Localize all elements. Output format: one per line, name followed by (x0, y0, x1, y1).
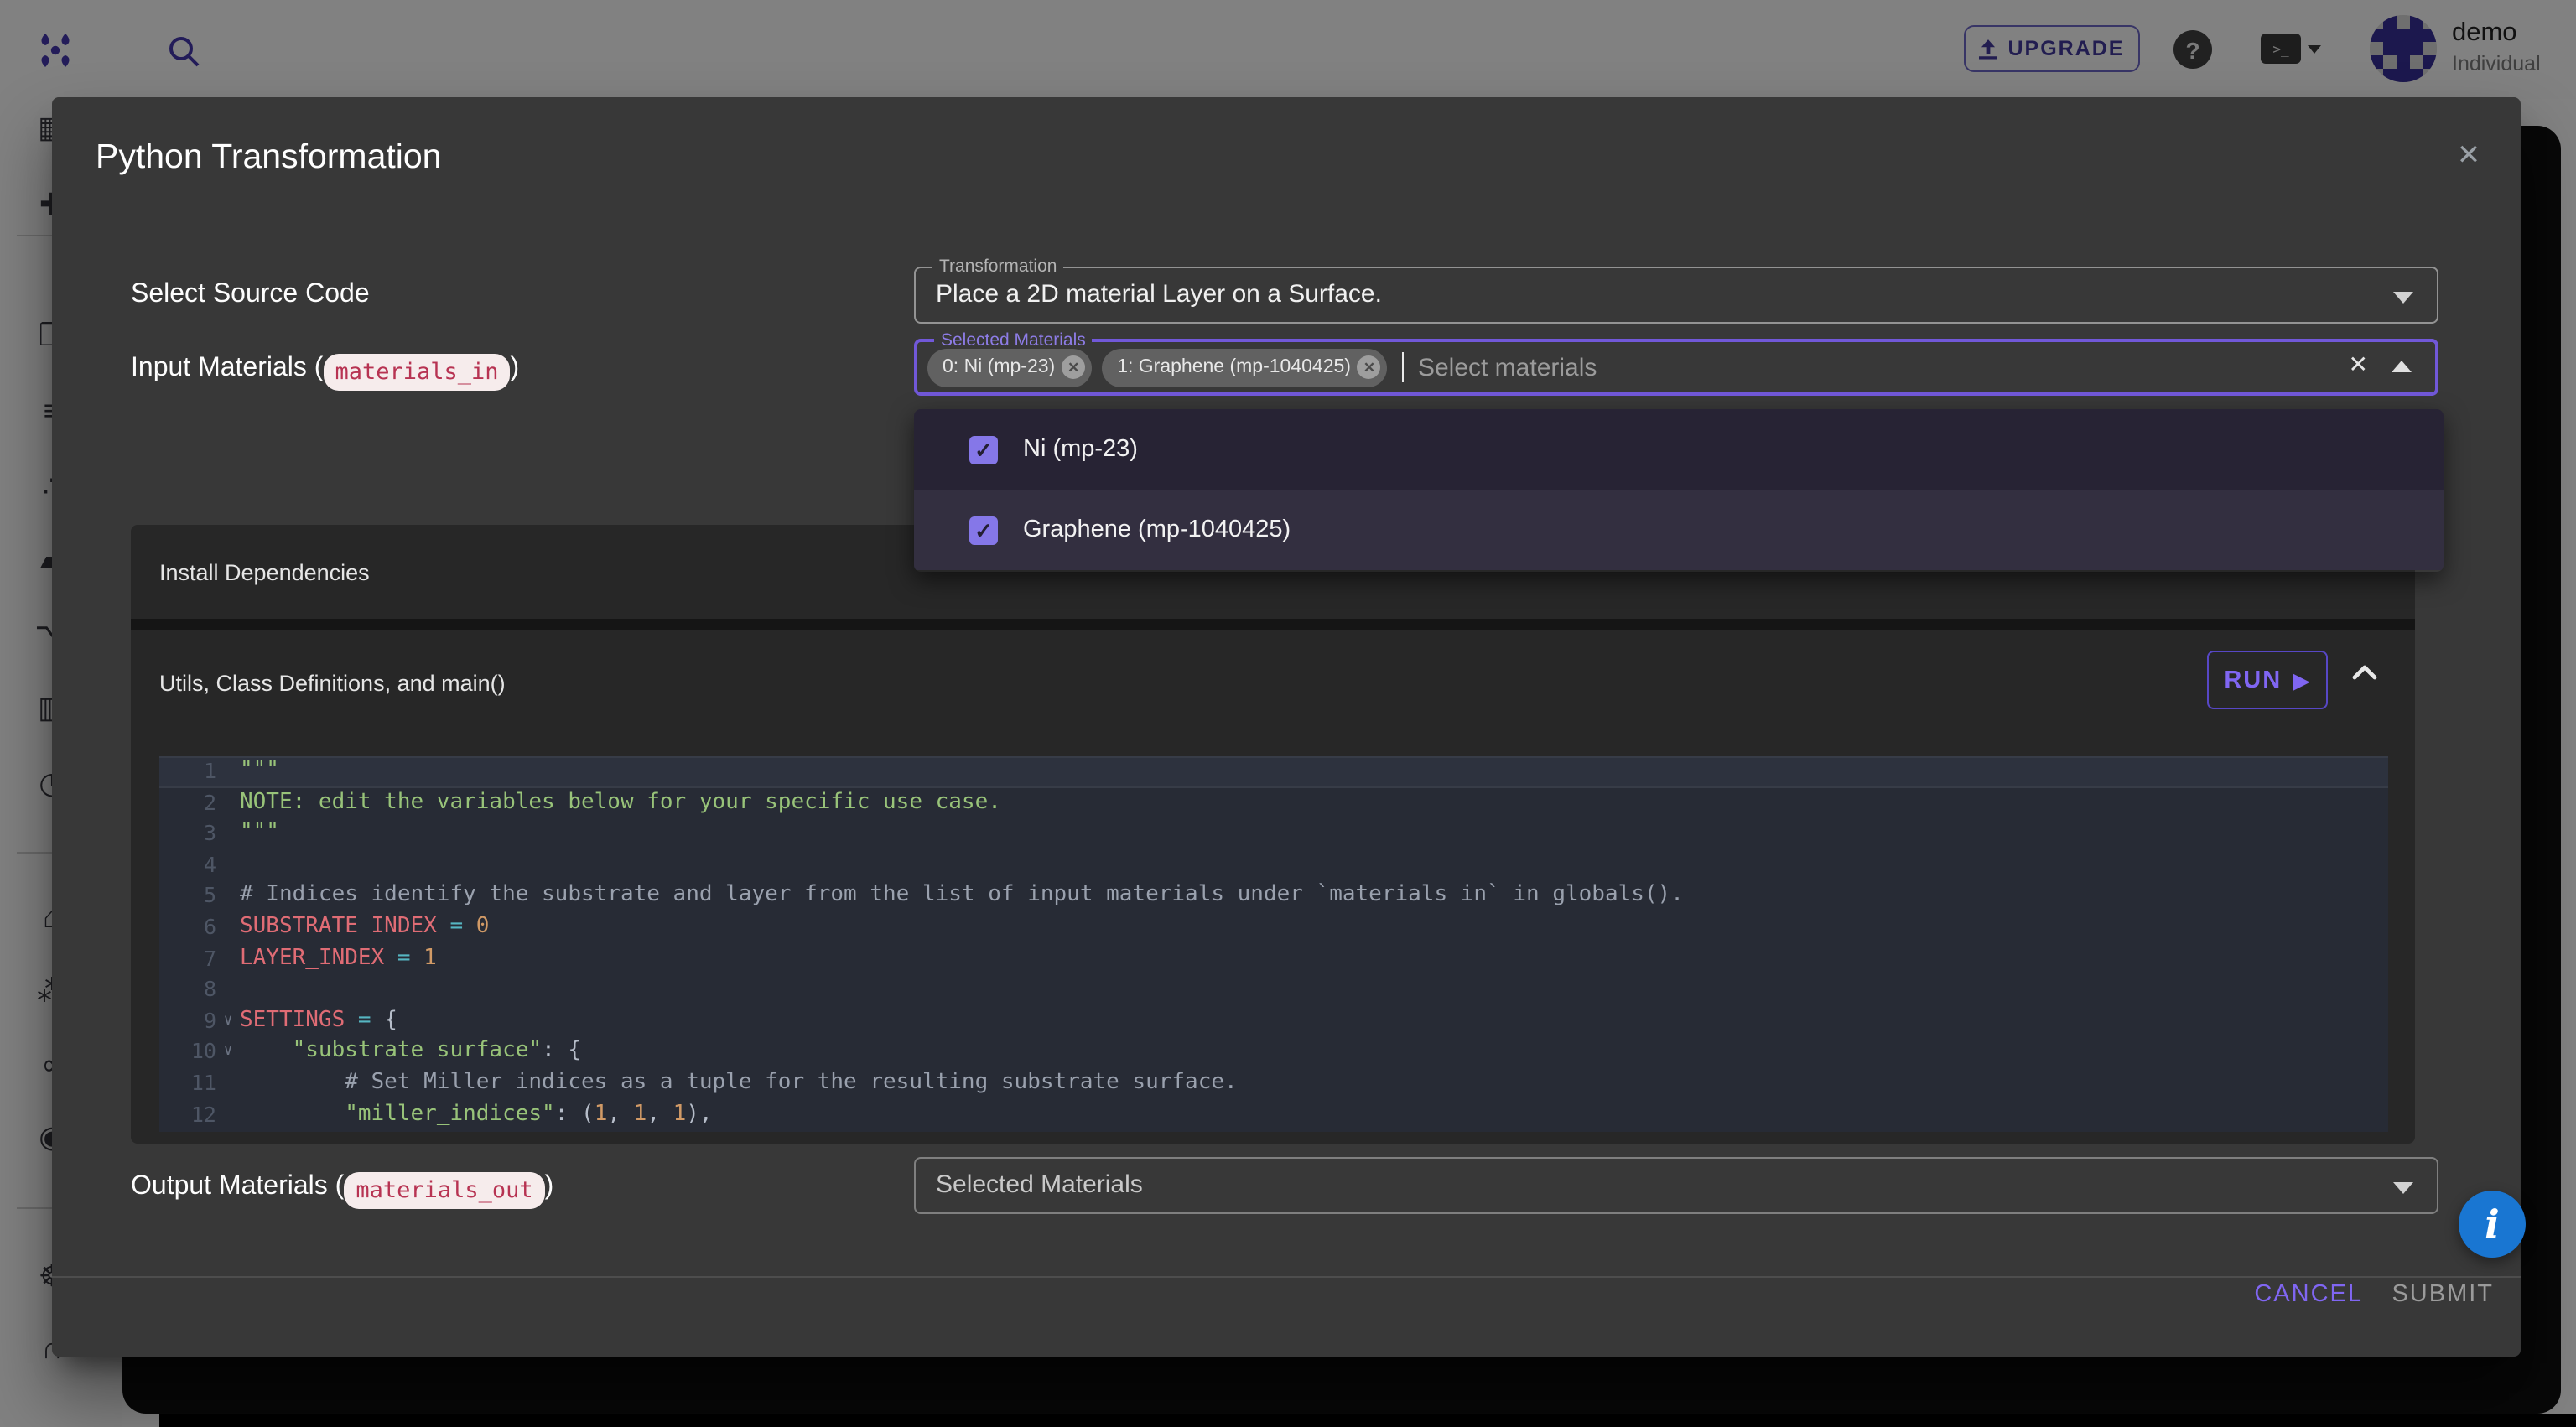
material-chip[interactable]: 0: Ni (mp-23)✕ (927, 348, 1092, 387)
code-text: """ (240, 818, 2388, 849)
code-text: """ (240, 756, 2388, 787)
fold-marker-icon (216, 787, 240, 818)
line-number: 7 (159, 943, 216, 974)
material-option[interactable]: ✓ Ni (mp-23) (914, 409, 2444, 490)
transformation-select-label: Transformation (932, 257, 1063, 277)
select-materials-placeholder: Select materials (1418, 353, 1597, 381)
fold-marker-icon (216, 756, 240, 787)
line-number: 5 (159, 881, 216, 912)
fold-marker-icon (216, 1068, 240, 1099)
selected-materials-chips: 0: Ni (mp-23)✕ 1: Graphene (mp-1040425)✕ S… (927, 342, 1597, 392)
python-transformation-dialog: Python Transformation ✕ Select Source Co… (52, 97, 2521, 1357)
code-line: 4 (159, 850, 2388, 881)
line-number: 1 (159, 756, 216, 787)
submit-button[interactable]: SUBMIT (2392, 1269, 2494, 1320)
materials-out-code: materials_out (344, 1172, 544, 1209)
code-line: 10∨ "substrate_surface": { (159, 1037, 2388, 1068)
fold-marker-icon (216, 818, 240, 849)
transformation-select[interactable]: Transformation Place a 2D material Layer… (914, 267, 2438, 324)
fold-marker-icon (216, 943, 240, 974)
code-line: 3 """ (159, 818, 2388, 849)
line-number: 9 (159, 1006, 216, 1037)
material-option-label: Ni (mp-23) (1023, 436, 1138, 463)
dialog-title: Python Transformation (96, 138, 442, 178)
code-line: 12 "miller_indices": (1, 1, 1), (159, 1099, 2388, 1130)
code-line: 5 # Indices identify the substrate and la… (159, 881, 2388, 912)
actions-divider (52, 1276, 2521, 1278)
line-number: 8 (159, 975, 216, 1006)
accordion-gap (131, 619, 2415, 630)
material-option[interactable]: ✓ Graphene (mp-1040425) (914, 490, 2444, 570)
transformation-select-value: Place a 2D material Layer on a Surface. (936, 280, 1382, 309)
text-cursor (1403, 352, 1405, 382)
cancel-button[interactable]: CANCEL (2254, 1269, 2363, 1320)
checkbox-checked-icon[interactable]: ✓ (969, 516, 998, 544)
close-icon[interactable]: ✕ (2447, 134, 2490, 178)
line-number: 4 (159, 850, 216, 881)
fold-marker-icon (216, 975, 240, 1006)
play-icon: ▶ (2293, 668, 2310, 692)
output-select-value: Selected Materials (936, 1170, 1143, 1199)
code-text: # Indices identify the substrate and lay… (240, 881, 2388, 912)
code-text: "substrate_surface": { (240, 1037, 2388, 1068)
code-line: 8 (159, 975, 2388, 1006)
chevron-down-icon (2393, 292, 2413, 304)
chip-delete-icon[interactable]: ✕ (1062, 355, 1085, 379)
utils-accordion-label: Utils, Class Definitions, and main() (159, 671, 506, 696)
fold-marker-icon (216, 881, 240, 912)
output-materials-select[interactable]: Selected Materials (914, 1157, 2438, 1214)
code-text (240, 850, 2388, 881)
code-text (240, 975, 2388, 1006)
fold-marker-icon (216, 850, 240, 881)
code-line: 11 # Set Miller indices as a tuple for t… (159, 1068, 2388, 1099)
line-number: 2 (159, 787, 216, 818)
line-number: 11 (159, 1068, 216, 1099)
code-text: # Set Miller indices as a tuple for the … (240, 1068, 2388, 1099)
fold-marker-icon (216, 912, 240, 943)
code-text: SUBSTRATE_INDEX = 0 (240, 912, 2388, 943)
materials-in-code: materials_in (323, 354, 510, 391)
line-number: 6 (159, 912, 216, 943)
selected-materials-multiselect[interactable]: Selected Materials 0: Ni (mp-23)✕1: Grap… (914, 339, 2438, 396)
run-button[interactable]: RUN▶ (2207, 651, 2328, 709)
utils-accordion: Utils, Class Definitions, and main() RUN… (131, 630, 2415, 1144)
output-materials-label: Output Materials (materials_out) (131, 1165, 553, 1209)
fold-marker-icon (216, 1099, 240, 1130)
code-editor[interactable]: 1 """ 2 NOTE: edit the variables below for … (159, 756, 2388, 1132)
code-text: "miller_indices": (1, 1, 1), (240, 1099, 2388, 1130)
chip-delete-icon[interactable]: ✕ (1358, 355, 1381, 379)
code-text: NOTE: edit the variables below for your … (240, 787, 2388, 818)
material-option-label: Graphene (mp-1040425) (1023, 516, 1291, 543)
chevron-up-icon[interactable] (2392, 361, 2412, 372)
code-line: 2 NOTE: edit the variables below for your… (159, 787, 2388, 818)
code-line: 9∨SETTINGS = { (159, 1006, 2388, 1037)
select-source-code-label: Select Source Code (131, 275, 370, 315)
code-text: LAYER_INDEX = 1 (240, 943, 2388, 974)
clear-selection-icon[interactable]: ✕ (2349, 350, 2368, 379)
collapse-icon[interactable] (2351, 664, 2378, 681)
info-fab[interactable]: i (2459, 1191, 2526, 1258)
line-number: 3 (159, 818, 216, 849)
screen: UPGRADE ? >_ demo Individual (0, 0, 2576, 1427)
code-text: SETTINGS = { (240, 1006, 2388, 1037)
code-line: 1 """ (159, 756, 2388, 787)
line-number: 10 (159, 1037, 216, 1068)
input-materials-label: Input Materials (materials_in) (131, 347, 519, 391)
checkbox-checked-icon[interactable]: ✓ (969, 435, 998, 464)
install-dependencies-label: Install Dependencies (159, 560, 370, 585)
line-number: 12 (159, 1099, 216, 1130)
code-line: 6 SUBSTRATE_INDEX = 0 (159, 912, 2388, 943)
fold-marker-icon[interactable]: ∨ (216, 1037, 240, 1068)
fold-marker-icon[interactable]: ∨ (216, 1006, 240, 1037)
chevron-down-icon (2393, 1182, 2413, 1194)
viewport: UPGRADE ? >_ demo Individual (0, 0, 2576, 1427)
materials-dropdown-menu: ✓ Ni (mp-23) ✓ Graphene (mp-1040425) (914, 409, 2444, 572)
material-chip[interactable]: 1: Graphene (mp-1040425)✕ (1102, 348, 1388, 387)
code-line: 7 LAYER_INDEX = 1 (159, 943, 2388, 974)
